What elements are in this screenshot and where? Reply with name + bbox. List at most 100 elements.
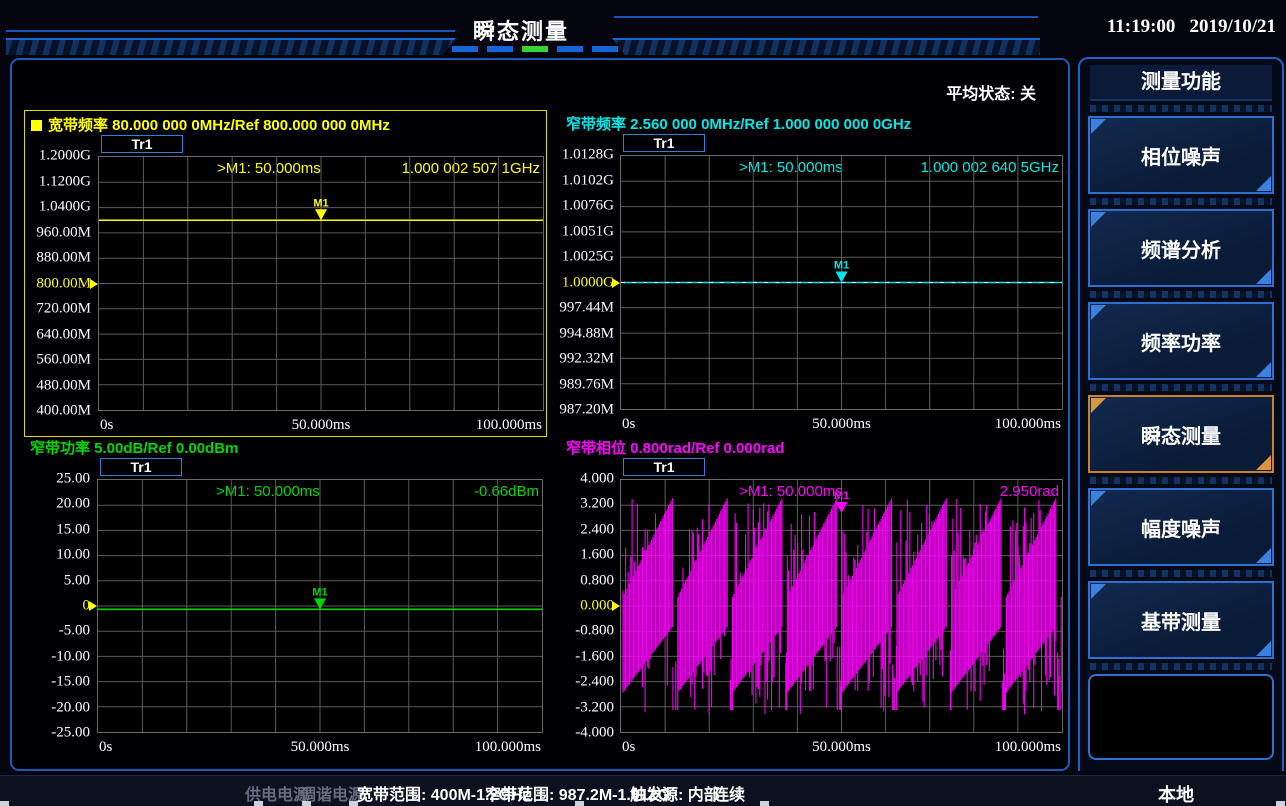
ref-level-arrow-icon <box>612 278 620 288</box>
trace-svg: M1 <box>621 480 1062 732</box>
trace-button[interactable]: Tr1 <box>100 458 182 476</box>
chart-title: 窄带功率 5.00dB/Ref 0.00dBm <box>30 437 238 458</box>
bottom-tick <box>760 801 769 806</box>
x-axis: 0s 50.000ms 100.000ms <box>620 739 1063 757</box>
dash <box>557 46 583 52</box>
y-tick-label: -5.00 <box>59 623 90 640</box>
sidebar-item-label: 瞬态测量 <box>1141 426 1221 448</box>
y-tick-label: 3.200 <box>580 496 614 513</box>
y-tick-label: 5.00 <box>64 572 90 589</box>
bottom-tick <box>575 801 584 806</box>
trace-svg: M1 <box>98 480 542 732</box>
x-tick: 100.000ms <box>476 417 542 434</box>
top-accent-line-right <box>614 16 1038 18</box>
y-tick-label: 994.88M <box>559 325 614 342</box>
sidebar-item-amplitude-noise[interactable]: 幅度噪声 <box>1088 488 1274 566</box>
sidebar-item-label: 频率功率 <box>1141 333 1221 355</box>
y-tick-label: 10.00 <box>56 547 90 564</box>
y-tick-label: 720.00M <box>36 301 91 318</box>
plot-area[interactable]: >M1: 50.000ms -0.66dBm M1 <box>97 479 543 733</box>
bottom-tick <box>349 801 358 806</box>
plot-area[interactable]: >M1: 50.000ms 1.000 002 640 5GHz M1 <box>620 155 1063 410</box>
x-tick: 100.000ms <box>995 416 1061 433</box>
chart-title: 窄带相位 0.800rad/Ref 0.000rad <box>566 437 784 458</box>
sidebar-item-phase-noise[interactable]: 相位噪声 <box>1088 116 1274 194</box>
page-title: 瞬态测量 <box>446 14 596 46</box>
plot-area[interactable]: >M1: 50.000ms 2.950rad M1 <box>620 479 1063 733</box>
y-tick-label: -10.00 <box>51 648 90 665</box>
bottom-tick <box>0 801 9 806</box>
top-bar: 瞬态测量 11:19:00 2019/10/21 <box>0 0 1286 57</box>
y-tick-label: 15.00 <box>56 521 90 538</box>
main-chart-area: 平均状态: 关 宽带频率 80.000 000 0MHz/Ref 800.000… <box>10 58 1070 771</box>
svg-text:M1: M1 <box>834 490 849 502</box>
y-tick-label: 0.000 <box>580 598 614 615</box>
local-mode-label: 本地 <box>1158 781 1194 806</box>
y-tick-label: -15.00 <box>51 674 90 691</box>
sidebar-separator <box>1090 105 1272 112</box>
bottom-tick <box>302 801 311 806</box>
y-tick-label: 1.0025G <box>562 249 614 266</box>
sidebar-separator <box>1090 570 1272 577</box>
sidebar-items: 相位噪声频谱分析频率功率瞬态测量幅度噪声基带测量 <box>1088 105 1274 760</box>
x-tick: 50.000ms <box>812 739 871 756</box>
sidebar-item-frequency-power[interactable]: 频率功率 <box>1088 302 1274 380</box>
chart-wideband-frequency: 宽带频率 80.000 000 0MHz/Ref 800.000 000 0MH… <box>24 110 547 437</box>
chart-title: 宽带频率 80.000 000 0MHz/Ref 800.000 000 0MH… <box>31 114 390 135</box>
y-tick-label: 480.00M <box>36 377 91 394</box>
y-tick-label: -1.600 <box>575 648 614 665</box>
y-tick-label: 1.0076G <box>562 198 614 215</box>
trace-button[interactable]: Tr1 <box>101 135 183 153</box>
x-axis: 0s 50.000ms 100.000ms <box>97 739 543 757</box>
y-tick-label: 560.00M <box>36 352 91 369</box>
time-text: 11:19:00 <box>1107 16 1176 37</box>
plot-area[interactable]: >M1: 50.000ms 1.000 002 507 1GHz M1 <box>98 156 544 411</box>
sidebar-item-baseband-measure[interactable]: 基带测量 <box>1088 581 1274 659</box>
y-tick-label: 989.76M <box>559 376 614 393</box>
x-tick: 100.000ms <box>475 739 541 756</box>
ref-level-arrow-icon <box>90 279 98 289</box>
y-tick-label: 1.0051G <box>562 223 614 240</box>
average-status: 平均状态: 关 <box>946 80 1036 104</box>
y-tick-label: -4.000 <box>575 725 614 742</box>
sidebar-item-spectrum-analysis[interactable]: 频谱分析 <box>1088 209 1274 287</box>
status-trigger-source: 触发源: 内部 <box>630 781 720 805</box>
clock: 11:19:00 2019/10/21 <box>1107 16 1276 38</box>
sidebar-separator <box>1090 477 1272 484</box>
y-tick-label: 1.2000G <box>39 148 91 165</box>
y-tick-label: 1.1200G <box>39 173 91 190</box>
chart-title: 窄带频率 2.560 000 0MHz/Ref 1.000 000 000 0G… <box>566 113 911 134</box>
svg-text:M1: M1 <box>834 260 849 272</box>
y-tick-label: 992.32M <box>559 351 614 368</box>
y-tick-label: 1.0102G <box>562 172 614 189</box>
y-tick-label: 4.000 <box>580 471 614 488</box>
sidebar-menu: 测量功能 相位噪声频谱分析频率功率瞬态测量幅度噪声基带测量 <box>1078 57 1284 771</box>
y-tick-label: -25.00 <box>51 725 90 742</box>
sidebar-separator <box>1090 198 1272 205</box>
x-tick: 100.000ms <box>995 739 1061 756</box>
active-chart-square-icon <box>31 120 42 131</box>
y-axis: 1.0128G1.0102G1.0076G1.0051G1.0025G1.000… <box>560 155 616 410</box>
y-tick-label: 960.00M <box>36 224 91 241</box>
y-tick-label: -20.00 <box>51 699 90 716</box>
x-tick: 0s <box>622 416 635 433</box>
dash <box>592 46 618 52</box>
y-tick-label: 25.00 <box>56 471 90 488</box>
ref-level-arrow-icon <box>89 601 97 611</box>
status-continuous: 连续 <box>713 781 745 805</box>
y-axis: 25.0020.0015.0010.005.000-5.00-10.00-15.… <box>24 479 92 733</box>
trace-svg: M1 <box>621 156 1062 409</box>
trace-button[interactable]: Tr1 <box>623 458 705 476</box>
trace-button[interactable]: Tr1 <box>623 134 705 152</box>
sidebar-item-transient-measure[interactable]: 瞬态测量 <box>1088 395 1274 473</box>
x-tick: 50.000ms <box>292 417 351 434</box>
date-text: 2019/10/21 <box>1189 16 1276 37</box>
y-tick-label: -0.800 <box>575 623 614 640</box>
bottom-tick <box>1276 801 1285 806</box>
sidebar-item-label: 幅度噪声 <box>1141 519 1221 541</box>
y-tick-label: 880.00M <box>36 250 91 267</box>
dash <box>487 46 513 52</box>
dash-active <box>522 46 548 52</box>
sidebar-item-empty[interactable] <box>1088 674 1274 760</box>
svg-text:M1: M1 <box>312 586 327 598</box>
